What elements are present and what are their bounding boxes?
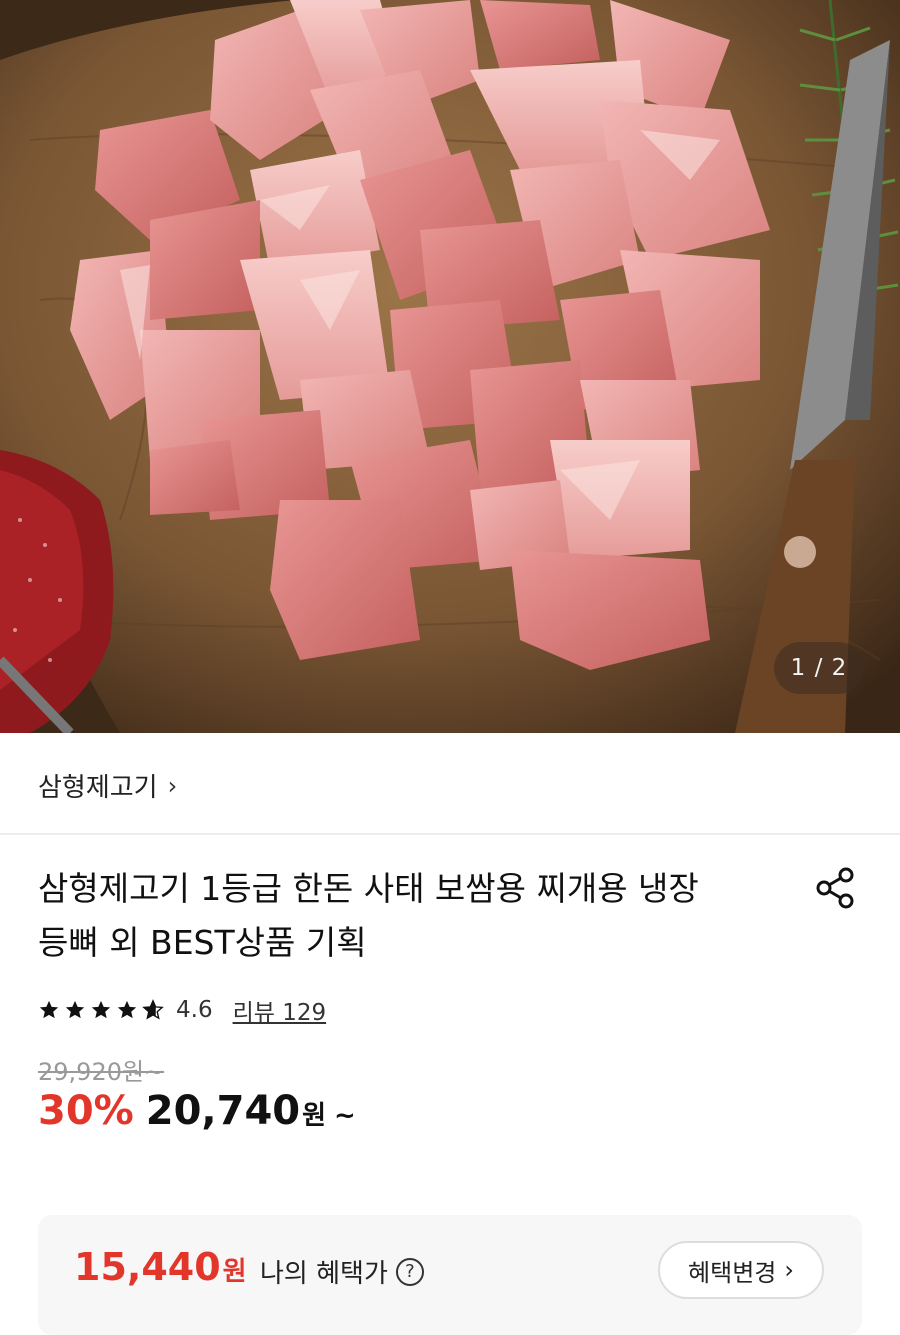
chevron-right-icon: › bbox=[167, 771, 178, 800]
original-price: 29,920원~ bbox=[38, 1058, 165, 1086]
rating-value: 4.6 bbox=[176, 997, 213, 1023]
benefit-price-value: 15,440 bbox=[74, 1245, 221, 1289]
share-icon bbox=[816, 867, 854, 909]
benefit-label: 나의 혜택가 bbox=[260, 1259, 388, 1289]
store-row: 삼형제고기 › bbox=[0, 733, 900, 833]
divider bbox=[0, 833, 900, 835]
benefit-label-row: 나의 혜택가 ? bbox=[260, 1253, 424, 1290]
star-icon bbox=[117, 1000, 137, 1019]
store-name: 삼형제고기 bbox=[38, 773, 158, 803]
benefit-price: 15,440 원 bbox=[74, 1245, 247, 1289]
question-circle-icon[interactable]: ? bbox=[395, 1257, 424, 1286]
benefit-card: 15,440 원 나의 혜택가 ? 혜택변경 › bbox=[38, 1215, 862, 1335]
product-image-carousel[interactable]: 1 / 2 bbox=[0, 0, 900, 733]
share-button[interactable] bbox=[812, 864, 860, 912]
price-row: 30% 20,740 원 ~ bbox=[38, 1088, 356, 1134]
sale-price: 20,740 bbox=[145, 1088, 301, 1134]
review-link[interactable]: 리뷰 129 bbox=[233, 993, 327, 1027]
star-icon bbox=[39, 1000, 59, 1019]
star-icon bbox=[65, 1000, 85, 1019]
discount-rate: 30% bbox=[38, 1088, 134, 1134]
image-counter: 1 / 2 bbox=[774, 642, 864, 694]
star-icon bbox=[91, 1000, 111, 1019]
product-photo bbox=[0, 0, 900, 733]
product-title-line: 등뼈 외 BEST상품 기획 bbox=[38, 923, 367, 962]
chevron-right-icon: › bbox=[784, 1256, 794, 1284]
product-title-line: 삼형제고기 1등급 한돈 사태 보쌈용 찌개용 냉장 bbox=[38, 869, 699, 908]
benefit-price-unit: 원 bbox=[222, 1257, 247, 1287]
change-benefit-button[interactable]: 혜택변경 › bbox=[658, 1241, 824, 1299]
store-link[interactable]: 삼형제고기 › bbox=[38, 767, 177, 804]
product-title: 삼형제고기 1등급 한돈 사태 보쌈용 찌개용 냉장 등뼈 외 BEST상품 기… bbox=[38, 862, 778, 970]
rating-row: 4.6 리뷰 129 bbox=[38, 992, 326, 1028]
star-half-icon bbox=[142, 999, 164, 1020]
change-benefit-label: 혜택변경 bbox=[688, 1258, 777, 1287]
price-range-tilde: ~ bbox=[334, 1101, 356, 1131]
star-rating bbox=[38, 999, 164, 1021]
currency-unit: 원 bbox=[302, 1101, 327, 1131]
